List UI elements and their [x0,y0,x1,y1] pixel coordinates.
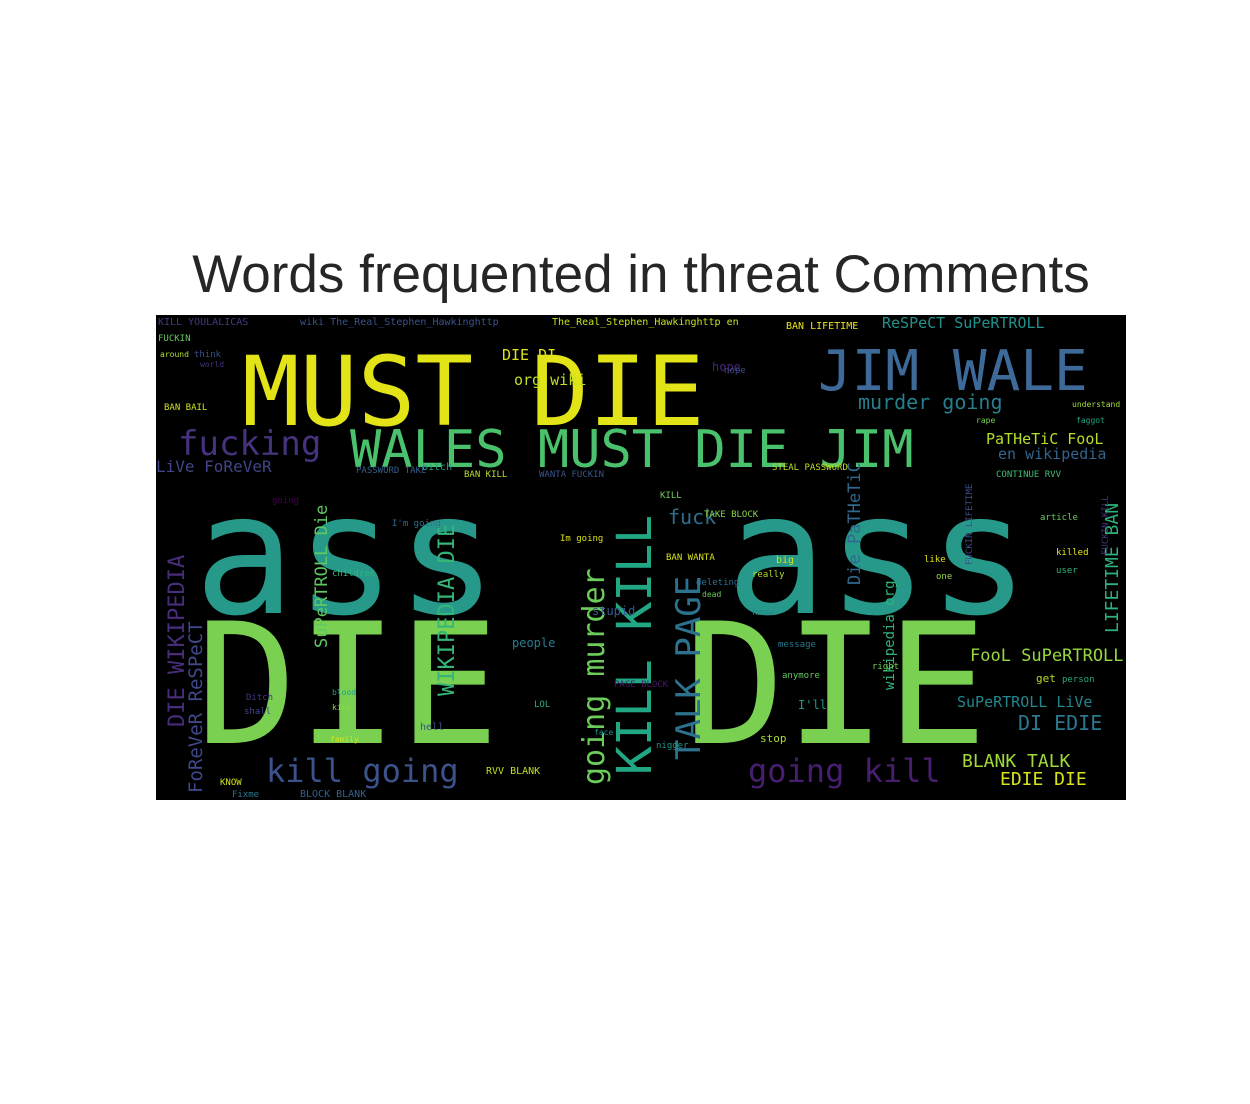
cloud-word: understand [1072,400,1120,409]
cloud-word: FooL SuPeRTROLL [970,646,1124,666]
cloud-word: bitch [422,462,452,473]
word-cloud: ass ass DIE DIE MUST DIE JIM WALE WALES MUST D… [156,315,1126,800]
cloud-word: FUCKIN LIFETIME [965,484,975,565]
cloud-word: like [924,555,946,565]
cloud-word: KILL KILL [607,515,663,775]
word-cloud-canvas: ass assDIE DIEMUST DIE JIM WALEWALES MUST D… [156,315,1124,800]
cloud-word: dead [702,590,721,599]
cloud-word: Ditch [246,693,273,703]
cloud-word: going kill [748,752,941,790]
cloud-word: PASSWORD TAKE [356,466,426,476]
cloud-word: one [936,572,952,582]
cloud-word: DIE DI [502,346,556,364]
cloud-word: KILL YOULALICAS [158,317,248,328]
cloud-word: DI EDIE [1018,711,1102,735]
cloud-word: people [512,636,555,650]
cloud-word: org wiki [514,371,586,389]
cloud-word: user [1056,566,1078,576]
cloud-word: hell [420,722,444,733]
cloud-word: The_Real_Stephen_Hawkinghttp en [552,317,739,328]
cloud-word: children [332,569,375,579]
cloud-word: face [594,728,613,737]
cloud-word: big [776,555,794,566]
cloud-word: en wikipedia [998,445,1106,463]
cloud-word: KNOW [220,778,242,788]
cloud-word: right [872,662,899,672]
cloud-word: SuPeRTROLL LiVe [957,693,1092,711]
cloud-word: person [1062,675,1095,685]
cloud-word: CONTINUE RVV [996,470,1062,480]
cloud-word: BAN KILL [464,470,507,480]
cloud-word: wiki The_Real_Stephen_Hawkinghttp [300,317,499,328]
cloud-word: world [200,360,224,369]
cloud-word: FoReVeR ReSPeCT [185,621,207,793]
cloud-word: think [194,350,222,360]
cloud-word: family [330,735,359,744]
cloud-word: nigger [656,741,689,751]
cloud-word: nope [724,366,746,376]
cloud-word: faggot [1076,416,1105,425]
cloud-word: BAN LIFETIME [786,321,858,332]
cloud-word: WANTA FUCKIN [539,470,604,480]
cloud-word: SuPeRTROLL Die [312,505,332,648]
cloud-word: message [778,640,816,650]
cloud-word: wikipedia org [882,580,898,690]
cloud-word: BAN BAIL [164,403,207,413]
cloud-word: Im going [560,534,603,544]
cloud-word: I'll [798,698,827,712]
cloud-word: going [272,496,299,506]
cloud-word: I'm going [392,519,441,529]
cloud-word: BLOCK BLANK [300,789,366,800]
cloud-word: TALK PAGE [669,576,709,760]
cloud-word: ReSPeCT SuPeRTROLL [882,315,1045,332]
cloud-word: WIKIPEDIA DIE [435,524,460,696]
cloud-word: article [1040,513,1078,523]
cloud-word: deleting [696,578,739,588]
cloud-word: get [1036,672,1056,685]
cloud-word: shall [244,707,271,717]
cloud-word: STEAL PASSWORD [772,463,848,473]
cloud-word: kick [332,703,351,712]
cloud-word: stupid [592,604,635,618]
cloud-word: kill going [266,752,459,790]
cloud-word: KILL [660,491,682,501]
cloud-word: RVV BLANK [486,766,540,777]
cloud-word: anymore [782,671,820,681]
cloud-word: FUCKIN [158,334,191,344]
cloud-word: FUCKIN KILL [1101,495,1111,555]
cloud-word: BAN WANTA [666,553,715,563]
cloud-word: know [752,608,774,618]
cloud-word: blood [332,688,356,697]
cloud-word: around [160,350,189,359]
cloud-word: LiVe FoReVeR [156,457,272,476]
cloud-word: PAGE BLOCK [614,680,669,690]
cloud-word: rape [976,416,995,425]
cloud-word: TAKE BLOCK [704,510,759,520]
cloud-word: murder going [858,390,1003,414]
cloud-word: Fixme [232,790,259,800]
cloud-word: EDIE DIE [1000,769,1087,790]
cloud-word: LOL [534,700,550,710]
cloud-word: going murder [577,568,612,785]
cloud-word: really [752,570,785,580]
cloud-word: Die PaTHeTiC [845,462,865,585]
cloud-word: stop [760,732,787,745]
chart-title: Words frequented in threat Comments [192,245,1090,304]
cloud-word: killed [1056,548,1089,558]
